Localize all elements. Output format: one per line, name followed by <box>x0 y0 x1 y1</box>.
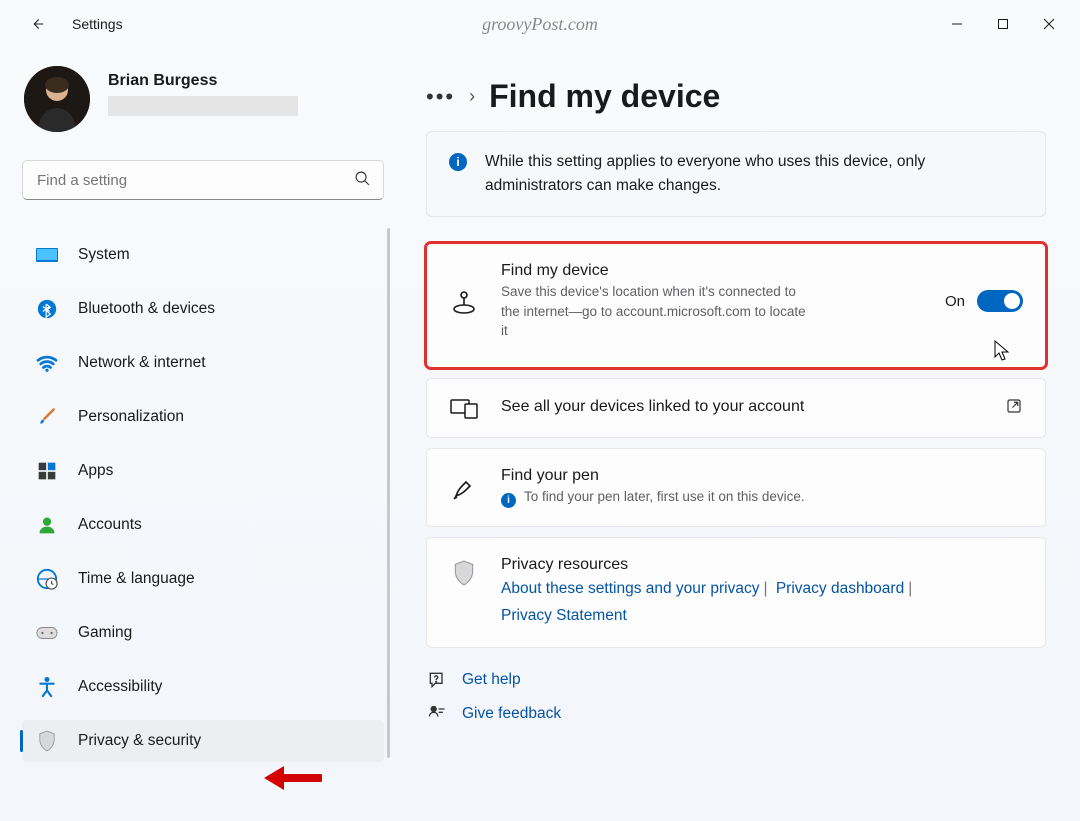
sidebar-item-apps[interactable]: Apps <box>22 450 384 492</box>
sidebar-item-label: Personalization <box>78 408 184 426</box>
sidebar-item-label: Privacy & security <box>78 732 201 750</box>
sidebar-item-label: Accounts <box>78 516 142 534</box>
card-title: Find your pen <box>501 467 1023 485</box>
app-title: Settings <box>72 16 123 32</box>
brush-icon <box>36 406 58 428</box>
breadcrumb-more-icon[interactable]: ••• <box>426 84 455 110</box>
privacy-dashboard-link[interactable]: Privacy dashboard <box>776 580 904 597</box>
sidebar-item-label: System <box>78 246 130 264</box>
info-banner: i While this setting applies to everyone… <box>426 131 1046 217</box>
account-block[interactable]: Brian Burgess <box>24 66 390 132</box>
window-controls <box>934 8 1072 40</box>
footer-links: Get help Give feedback <box>426 670 1046 724</box>
toggle-state-label: On <box>945 293 965 310</box>
location-pin-icon <box>449 287 479 315</box>
devices-icon <box>449 397 479 419</box>
shield-icon <box>36 730 58 752</box>
watermark-text: groovyPost.com <box>482 14 598 35</box>
back-button[interactable] <box>22 8 54 40</box>
page-title: Find my device <box>489 78 720 115</box>
sidebar-item-gaming[interactable]: Gaming <box>22 612 384 654</box>
card-subtitle: iTo find your pen later, first use it on… <box>501 487 1023 509</box>
sidebar-item-system[interactable]: System <box>22 234 384 276</box>
find-my-device-card: Find my device Save this device's locati… <box>426 243 1046 368</box>
breadcrumb: ••• › Find my device <box>426 78 1046 115</box>
settings-window: Settings groovyPost.com Brian Burgess <box>0 0 1080 821</box>
shield-icon <box>449 560 479 586</box>
search-input[interactable] <box>37 172 354 189</box>
apps-icon <box>36 460 58 482</box>
avatar <box>24 66 90 132</box>
card-subtitle: Save this device's location when it's co… <box>501 282 811 341</box>
info-icon: i <box>449 153 467 171</box>
person-icon <box>36 514 58 536</box>
link-label: Get help <box>462 671 521 689</box>
clock-globe-icon <box>36 568 58 590</box>
sidebar-item-network[interactable]: Network & internet <box>22 342 384 384</box>
account-name: Brian Burgess <box>108 72 298 90</box>
privacy-resources-card: Privacy resources About these settings a… <box>426 537 1046 648</box>
chevron-right-icon: › <box>469 86 475 107</box>
sidebar-item-accessibility[interactable]: Accessibility <box>22 666 384 708</box>
link-label: Give feedback <box>462 705 561 723</box>
system-icon <box>36 244 58 266</box>
search-icon <box>354 170 371 190</box>
feedback-icon <box>426 704 448 724</box>
sidebar-item-label: Gaming <box>78 624 132 642</box>
gamepad-icon <box>36 622 58 644</box>
open-external-icon <box>1005 397 1023 418</box>
find-my-device-toggle[interactable] <box>977 290 1023 312</box>
sidebar-item-privacy[interactable]: Privacy & security <box>22 720 384 762</box>
nav-scrollbar[interactable] <box>387 228 390 758</box>
search-box[interactable] <box>22 160 384 200</box>
bluetooth-icon <box>36 298 58 320</box>
info-banner-text: While this setting applies to everyone w… <box>485 150 1023 198</box>
info-icon: i <box>501 493 516 508</box>
privacy-statement-link[interactable]: Privacy Statement <box>501 607 627 624</box>
get-help-link[interactable]: Get help <box>426 670 1046 690</box>
help-icon <box>426 670 448 690</box>
account-email-redacted <box>108 96 298 116</box>
sidebar-item-label: Apps <box>78 462 113 480</box>
sidebar-item-accounts[interactable]: Accounts <box>22 504 384 546</box>
sidebar-item-label: Time & language <box>78 570 195 588</box>
close-button[interactable] <box>1026 8 1072 40</box>
sidebar-item-bluetooth[interactable]: Bluetooth & devices <box>22 288 384 330</box>
privacy-links: About these settings and your privacy| P… <box>501 576 1023 629</box>
accessibility-icon <box>36 676 58 698</box>
card-title: See all your devices linked to your acco… <box>501 398 983 416</box>
sidebar-item-label: Accessibility <box>78 678 162 696</box>
sidebar-item-label: Bluetooth & devices <box>78 300 215 318</box>
linked-devices-card[interactable]: See all your devices linked to your acco… <box>426 378 1046 438</box>
wifi-icon <box>36 352 58 374</box>
give-feedback-link[interactable]: Give feedback <box>426 704 1046 724</box>
card-title: Find my device <box>501 262 923 280</box>
title-bar: Settings groovyPost.com <box>0 0 1080 48</box>
sidebar-item-personalization[interactable]: Personalization <box>22 396 384 438</box>
sidebar: Brian Burgess System Bluetooth & devices <box>0 48 400 821</box>
pen-icon <box>449 475 479 501</box>
about-settings-link[interactable]: About these settings and your privacy <box>501 580 759 597</box>
sidebar-item-time[interactable]: Time & language <box>22 558 384 600</box>
nav-list: System Bluetooth & devices Network & int… <box>20 228 390 768</box>
minimize-button[interactable] <box>934 8 980 40</box>
content-area: ••• › Find my device i While this settin… <box>400 48 1080 821</box>
maximize-button[interactable] <box>980 8 1026 40</box>
find-pen-card[interactable]: Find your pen iTo find your pen later, f… <box>426 448 1046 528</box>
sidebar-item-label: Network & internet <box>78 354 206 372</box>
card-title: Privacy resources <box>501 556 1023 574</box>
